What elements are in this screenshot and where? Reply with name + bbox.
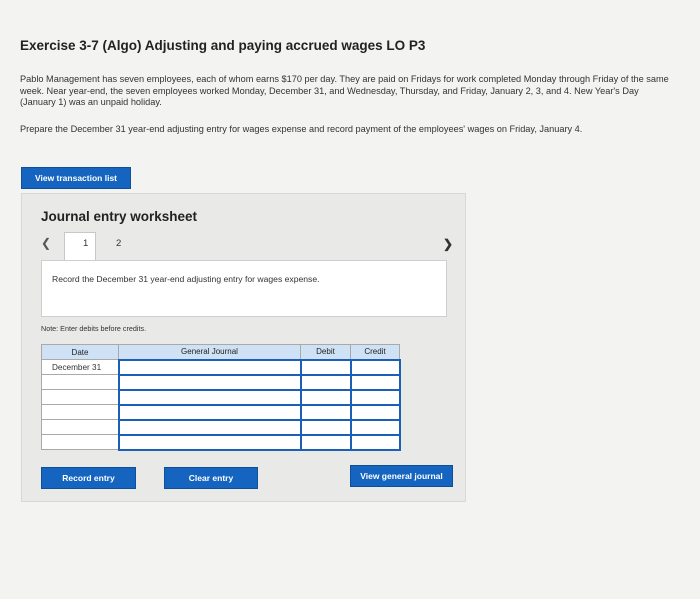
date-cell[interactable] — [41, 419, 119, 435]
account-input[interactable] — [117, 358, 302, 376]
worksheet-title: Journal entry worksheet — [41, 209, 198, 224]
date-cell[interactable] — [41, 404, 119, 420]
debit-column-header: Debit — [300, 344, 351, 360]
date-cell[interactable] — [41, 374, 119, 390]
debit-input[interactable] — [299, 403, 352, 421]
journal-entry-worksheet: Journal entry worksheet ❮ 1 2 ❯ Record t… — [21, 193, 466, 502]
exercise-title: Exercise 3-7 (Algo) Adjusting and paying… — [20, 38, 426, 53]
credit-input[interactable] — [349, 358, 401, 376]
table-row: December 31 — [41, 358, 401, 376]
note-text: Note: Enter debits before credits. — [41, 324, 147, 333]
date-cell[interactable] — [41, 434, 119, 450]
view-transaction-list-button[interactable]: View transaction list — [21, 167, 131, 189]
credit-input[interactable] — [349, 433, 401, 451]
journal-table: Date General Journal Debit Credit Decemb… — [41, 344, 401, 451]
clear-entry-button[interactable]: Clear entry — [164, 467, 258, 489]
tab-1[interactable]: 1 — [83, 238, 88, 249]
credit-input[interactable] — [349, 418, 401, 436]
credit-input[interactable] — [349, 373, 401, 391]
date-cell[interactable]: December 31 — [41, 359, 119, 375]
debit-input[interactable] — [299, 418, 352, 436]
account-input[interactable] — [117, 403, 302, 421]
table-row — [41, 403, 401, 421]
problem-description: Pablo Management has seven employees, ea… — [20, 74, 669, 107]
exercise-page: Exercise 3-7 (Algo) Adjusting and paying… — [0, 0, 700, 599]
debit-input[interactable] — [299, 358, 352, 376]
debit-input[interactable] — [299, 373, 352, 391]
account-input[interactable] — [117, 418, 302, 436]
debit-input[interactable] — [299, 388, 352, 406]
table-row — [41, 418, 401, 436]
account-input[interactable] — [117, 373, 302, 391]
instruction-text: Record the December 31 year-end adjustin… — [52, 274, 320, 284]
credit-column-header: Credit — [350, 344, 400, 360]
record-entry-button[interactable]: Record entry — [41, 467, 136, 489]
problem-instructions: Prepare the December 31 year-end adjusti… — [20, 124, 583, 134]
date-cell[interactable] — [41, 389, 119, 405]
table-row — [41, 433, 401, 451]
journal-header-row: Date General Journal Debit Credit — [41, 344, 400, 360]
account-input[interactable] — [117, 388, 302, 406]
debit-input[interactable] — [299, 433, 352, 451]
chevron-right-icon[interactable]: ❯ — [443, 237, 453, 251]
table-row — [41, 388, 401, 406]
general-journal-column-header: General Journal — [118, 344, 301, 360]
view-general-journal-button[interactable]: View general journal — [350, 465, 453, 487]
credit-input[interactable] — [349, 388, 401, 406]
instruction-box: Record the December 31 year-end adjustin… — [41, 260, 447, 317]
credit-input[interactable] — [349, 403, 401, 421]
tab-1-frame[interactable] — [64, 232, 96, 260]
date-column-header: Date — [41, 344, 119, 360]
tab-2[interactable]: 2 — [116, 238, 121, 249]
chevron-left-icon[interactable]: ❮ — [41, 236, 51, 250]
account-input[interactable] — [117, 433, 302, 451]
table-row — [41, 373, 401, 391]
